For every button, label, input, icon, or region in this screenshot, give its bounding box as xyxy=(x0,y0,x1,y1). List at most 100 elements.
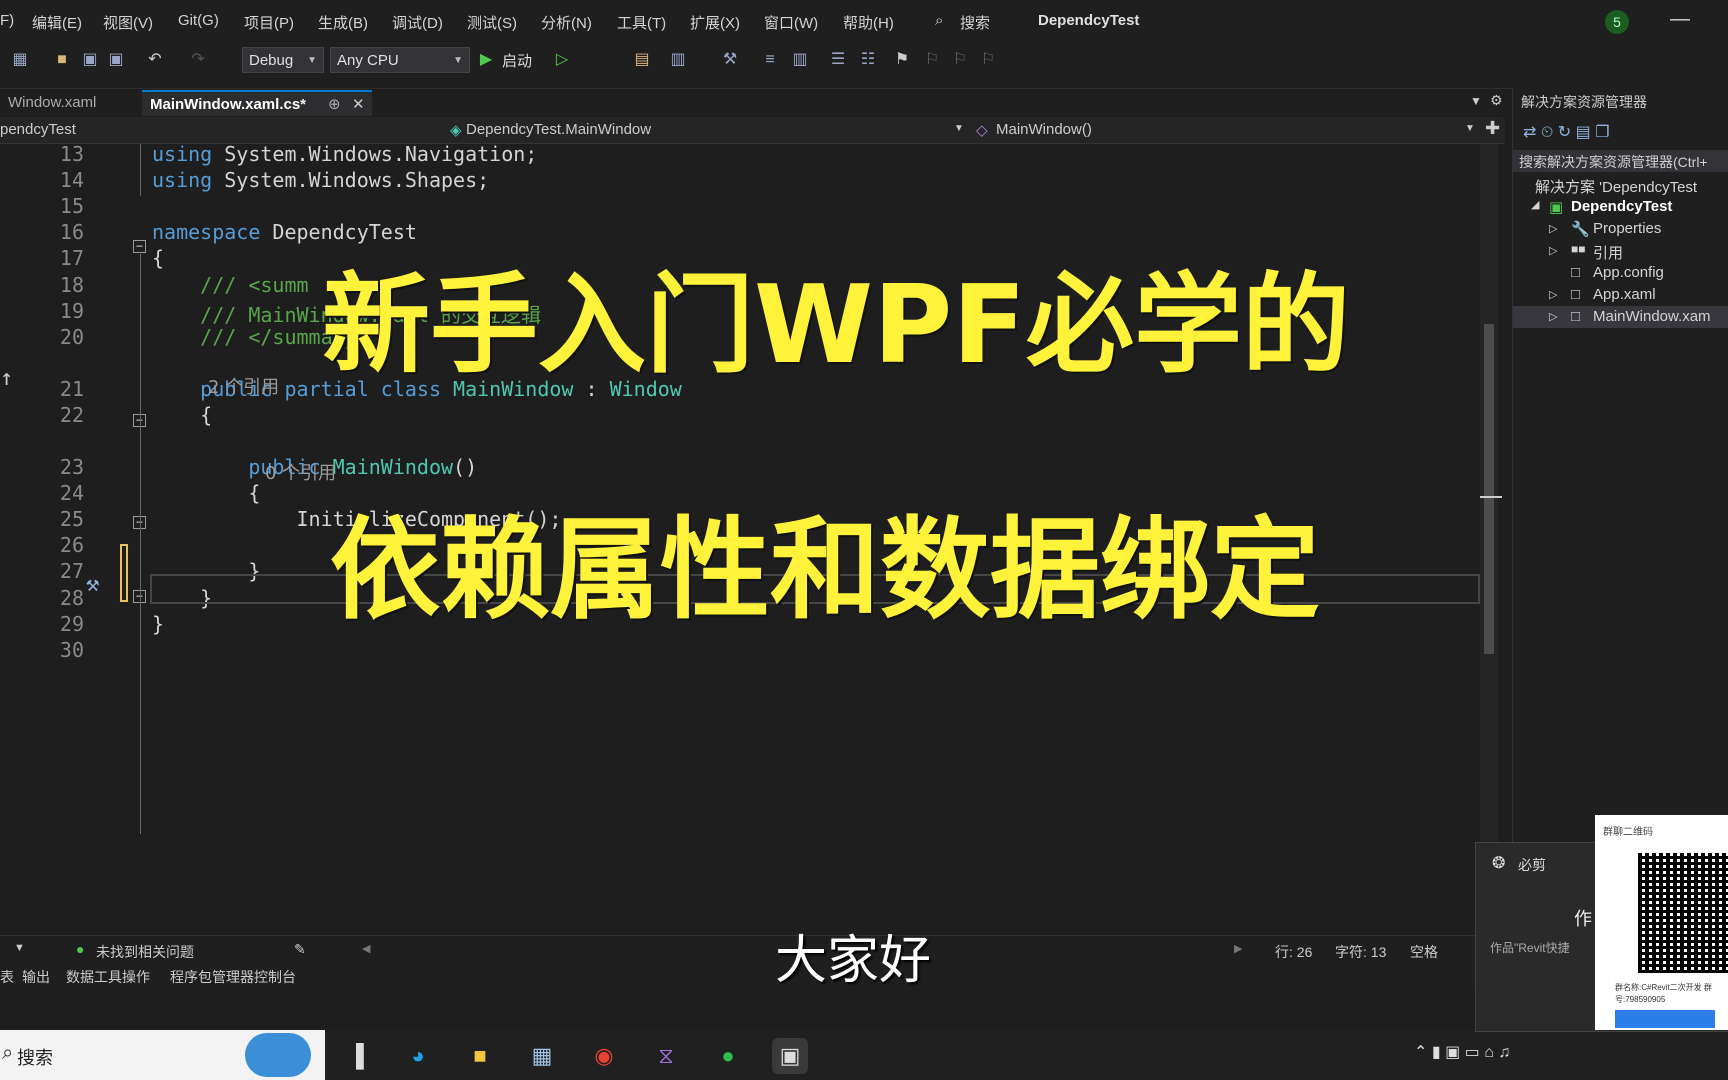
visual-studio-icon[interactable]: ⧖ xyxy=(648,1038,684,1074)
menu-build[interactable]: 生成(B) xyxy=(318,12,368,33)
menu-help[interactable]: 帮助(H) xyxy=(843,12,894,33)
brush-icon[interactable]: ✎ xyxy=(294,941,306,958)
tree-references[interactable]: 引用 xyxy=(1593,242,1623,263)
scroll-right-icon[interactable]: ▶ xyxy=(1234,942,1242,955)
issues-status[interactable]: 未找到相关问题 xyxy=(96,942,194,962)
code-line[interactable]: { xyxy=(152,481,260,505)
close-icon[interactable]: ✕ xyxy=(352,92,365,118)
scroll-left-icon[interactable]: ◀ xyxy=(362,942,370,955)
tab-mainwindow-cs[interactable]: MainWindow.xaml.cs* ⊕ ✕ xyxy=(142,90,372,116)
tab-output[interactable]: 输出 xyxy=(22,967,50,987)
tray-icons[interactable]: ⌃ ▮ ▣ ▭ ⌂ ♫ xyxy=(1414,1042,1510,1062)
screwdriver-icon[interactable]: ⚒ xyxy=(86,572,99,597)
tree-properties[interactable]: Properties xyxy=(1593,220,1661,237)
expand-icon[interactable]: ▷ xyxy=(1549,222,1557,235)
columns-icon[interactable]: ▥ xyxy=(790,50,810,70)
tree-app-config[interactable]: App.config xyxy=(1593,264,1664,281)
collapse-icon[interactable]: ◢ xyxy=(1531,198,1539,211)
code-line[interactable]: } xyxy=(152,612,164,636)
config-dropdown[interactable]: Debug ▼ xyxy=(242,47,324,73)
tab-overflow-icon[interactable]: ▼ xyxy=(1470,94,1482,108)
tab-data-tools[interactable]: 数据工具操作 xyxy=(66,967,150,987)
menu-tools[interactable]: 工具(T) xyxy=(617,12,666,33)
menu-analyze[interactable]: 分析(N) xyxy=(541,12,592,33)
task-view-icon[interactable]: ▐ xyxy=(338,1038,374,1074)
scrollbar-thumb[interactable] xyxy=(1484,324,1494,654)
expand-icon[interactable]: ▷ xyxy=(1549,244,1557,257)
chrome-icon[interactable]: ◉ xyxy=(586,1038,622,1074)
expand-icon[interactable]: ▷ xyxy=(1549,310,1557,323)
tree-app-xaml[interactable]: App.xaml xyxy=(1593,286,1656,303)
menu-test[interactable]: 测试(S) xyxy=(467,12,517,33)
chevron-down-icon[interactable]: ▼ xyxy=(1465,123,1475,134)
fold-toggle[interactable]: − xyxy=(133,240,146,253)
taskbar-search[interactable]: ⌕ 搜索 xyxy=(0,1030,325,1080)
search-icon[interactable]: ⌕ xyxy=(935,12,943,29)
line-number[interactable]: 行: 26 xyxy=(1275,942,1312,962)
edge-icon[interactable]: ◕ xyxy=(400,1038,436,1074)
tab-package-manager[interactable]: 程序包管理器控制台 xyxy=(170,967,296,987)
code-line[interactable]: /// <summ xyxy=(152,273,308,297)
code-line[interactable]: { xyxy=(152,403,212,427)
codelens-class-refs[interactable]: 2 个引用 xyxy=(208,373,279,399)
tab-table[interactable]: 表 xyxy=(0,967,14,987)
class-dropdown[interactable]: DependcyTest.MainWindow xyxy=(466,121,651,138)
save-icon[interactable]: ▣ xyxy=(80,50,100,70)
bookmark-clear-icon[interactable]: ⚐ xyxy=(978,50,998,70)
indent-icon[interactable]: ☰ xyxy=(828,50,848,70)
hotreload-icon[interactable]: ⚒ xyxy=(720,50,740,70)
new-item-icon[interactable]: ▦ xyxy=(10,50,30,70)
open-folder-icon[interactable]: ■ xyxy=(52,50,72,70)
run-without-debug-icon[interactable]: ▷ xyxy=(552,50,572,70)
code-line[interactable]: { xyxy=(152,246,164,270)
menu-view[interactable]: 视图(V) xyxy=(103,12,153,33)
search-label[interactable]: 搜索 xyxy=(960,12,990,33)
chevron-down-icon[interactable]: ▼ xyxy=(954,123,964,134)
redo-icon[interactable]: ↷ xyxy=(188,50,208,70)
solution-search[interactable]: 搜索解决方案资源管理器(Ctrl+ xyxy=(1513,150,1728,172)
undo-icon[interactable]: ↶ xyxy=(145,50,165,70)
layout-icon[interactable]: ▥ xyxy=(668,50,688,70)
explorer-icon[interactable]: ▤ xyxy=(632,50,652,70)
save-all-icon[interactable]: ▣ xyxy=(106,50,126,70)
file-explorer-icon[interactable]: ■ xyxy=(462,1038,498,1074)
code-line[interactable]: using System.Windows.Shapes; xyxy=(152,168,489,192)
tree-solution[interactable]: 解决方案 'DependcyTest xyxy=(1535,176,1697,197)
tab-window-xaml[interactable]: Window.xaml xyxy=(0,90,142,116)
menu-git[interactable]: Git(G) xyxy=(178,12,219,29)
expand-icon[interactable]: ▷ xyxy=(1549,288,1557,301)
project-dropdown[interactable]: pendcyTest xyxy=(0,121,76,138)
split-icon[interactable]: ✚ xyxy=(1485,118,1500,139)
vertical-scrollbar[interactable] xyxy=(1480,144,1502,934)
minimize-icon[interactable]: — xyxy=(1670,8,1690,31)
play-icon[interactable]: ▶ xyxy=(476,50,496,70)
solution-toolbar-icons[interactable]: ⇄ ⏲ ↻ ▤ ❐ xyxy=(1523,122,1610,142)
menu-window[interactable]: 窗口(W) xyxy=(764,12,818,33)
platform-dropdown[interactable]: Any CPU ▼ xyxy=(330,47,470,73)
align-icon[interactable]: ≡ xyxy=(760,50,780,70)
tree-project[interactable]: DependcyTest xyxy=(1571,198,1672,215)
menu-file[interactable]: F) xyxy=(0,12,14,29)
notification-badge[interactable]: 5 xyxy=(1605,10,1629,34)
menu-extensions[interactable]: 扩展(X) xyxy=(690,12,740,33)
menu-project[interactable]: 项目(P) xyxy=(244,12,294,33)
bookmark-icon[interactable]: ⚑ xyxy=(892,50,912,70)
comment-icon[interactable]: ☷ xyxy=(858,50,878,70)
whitespace-mode[interactable]: 空格 xyxy=(1410,942,1438,962)
codelens-ctor-refs[interactable]: 0 个引用 xyxy=(265,459,336,485)
settings-gear-icon[interactable]: ⚙ xyxy=(1490,92,1503,109)
start-button[interactable]: 启动 xyxy=(502,50,532,71)
pin-icon[interactable]: ⊕ xyxy=(328,92,341,118)
tree-mainwindow-xaml[interactable]: MainWindow.xam xyxy=(1593,308,1711,325)
calculator-icon[interactable]: ▦ xyxy=(524,1038,560,1074)
save-qr-button[interactable] xyxy=(1615,1010,1715,1028)
member-dropdown[interactable]: MainWindow() xyxy=(996,121,1092,138)
wechat-icon[interactable]: ● xyxy=(710,1038,746,1074)
menu-debug[interactable]: 调试(D) xyxy=(392,12,443,33)
code-line[interactable]: using System.Windows.Navigation; xyxy=(152,142,537,166)
bilibili-app-icon[interactable]: ▣ xyxy=(772,1038,808,1074)
bookmark-prev-icon[interactable]: ⚐ xyxy=(922,50,942,70)
menu-edit[interactable]: 编辑(E) xyxy=(32,12,82,33)
chevron-down-icon[interactable]: ▼ xyxy=(14,942,25,954)
char-number[interactable]: 字符: 13 xyxy=(1335,942,1386,962)
